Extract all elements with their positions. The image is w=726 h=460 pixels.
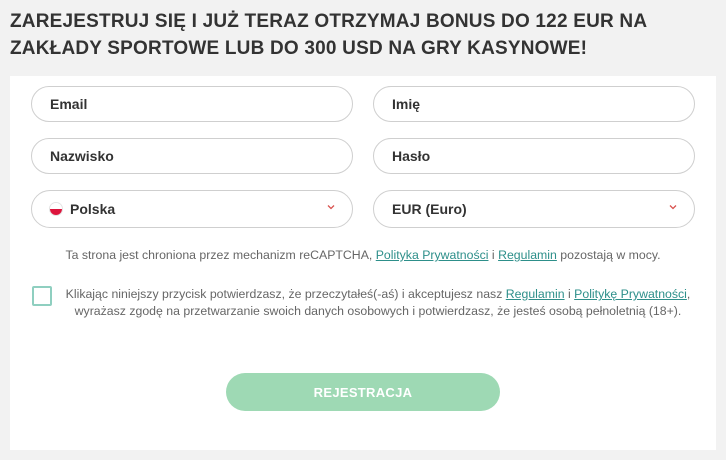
country-select[interactable]: Polska bbox=[31, 190, 353, 228]
consent-text: Klikając niniejszy przycisk potwierdzasz… bbox=[58, 286, 698, 320]
recaptcha-notice: Ta strona jest chroniona przez mechanizm… bbox=[10, 248, 716, 262]
poland-flag-icon bbox=[49, 202, 63, 216]
chevron-down-icon bbox=[669, 203, 677, 211]
consent-and: i bbox=[564, 287, 575, 301]
currency-value: EUR (Euro) bbox=[392, 201, 467, 217]
chevron-down-icon bbox=[327, 203, 335, 211]
first-name-placeholder: Imię bbox=[392, 96, 421, 112]
consent-checkbox[interactable] bbox=[32, 286, 52, 306]
register-button[interactable]: REJESTRACJA bbox=[226, 373, 500, 411]
password-placeholder: Hasło bbox=[392, 148, 431, 164]
first-name-input[interactable]: Imię bbox=[373, 86, 695, 122]
recaptcha-suffix: pozostają w mocy. bbox=[556, 248, 661, 262]
consent-prefix: Klikając niniejszy przycisk potwierdzasz… bbox=[65, 287, 506, 301]
consent-privacy-link[interactable]: Politykę Prywatności bbox=[574, 287, 687, 301]
promo-headline: ZAREJESTRUJ SIĘ I JUŻ TERAZ OTRZYMAJ BON… bbox=[10, 11, 647, 59]
terms-link[interactable]: Regulamin bbox=[498, 248, 557, 262]
email-placeholder: Email bbox=[50, 96, 88, 112]
recaptcha-and: i bbox=[488, 248, 499, 262]
email-input[interactable]: Email bbox=[31, 86, 353, 122]
last-name-placeholder: Nazwisko bbox=[50, 148, 114, 164]
registration-form: Email Imię Nazwisko Hasło Polska EUR (Eu… bbox=[10, 76, 716, 450]
consent-terms-link[interactable]: Regulamin bbox=[506, 287, 565, 301]
currency-select[interactable]: EUR (Euro) bbox=[373, 190, 695, 228]
privacy-policy-link[interactable]: Polityka Prywatności bbox=[376, 248, 489, 262]
country-value: Polska bbox=[70, 201, 116, 217]
password-input[interactable]: Hasło bbox=[373, 138, 695, 174]
last-name-input[interactable]: Nazwisko bbox=[31, 138, 353, 174]
recaptcha-prefix: Ta strona jest chroniona przez mechanizm… bbox=[65, 248, 376, 262]
